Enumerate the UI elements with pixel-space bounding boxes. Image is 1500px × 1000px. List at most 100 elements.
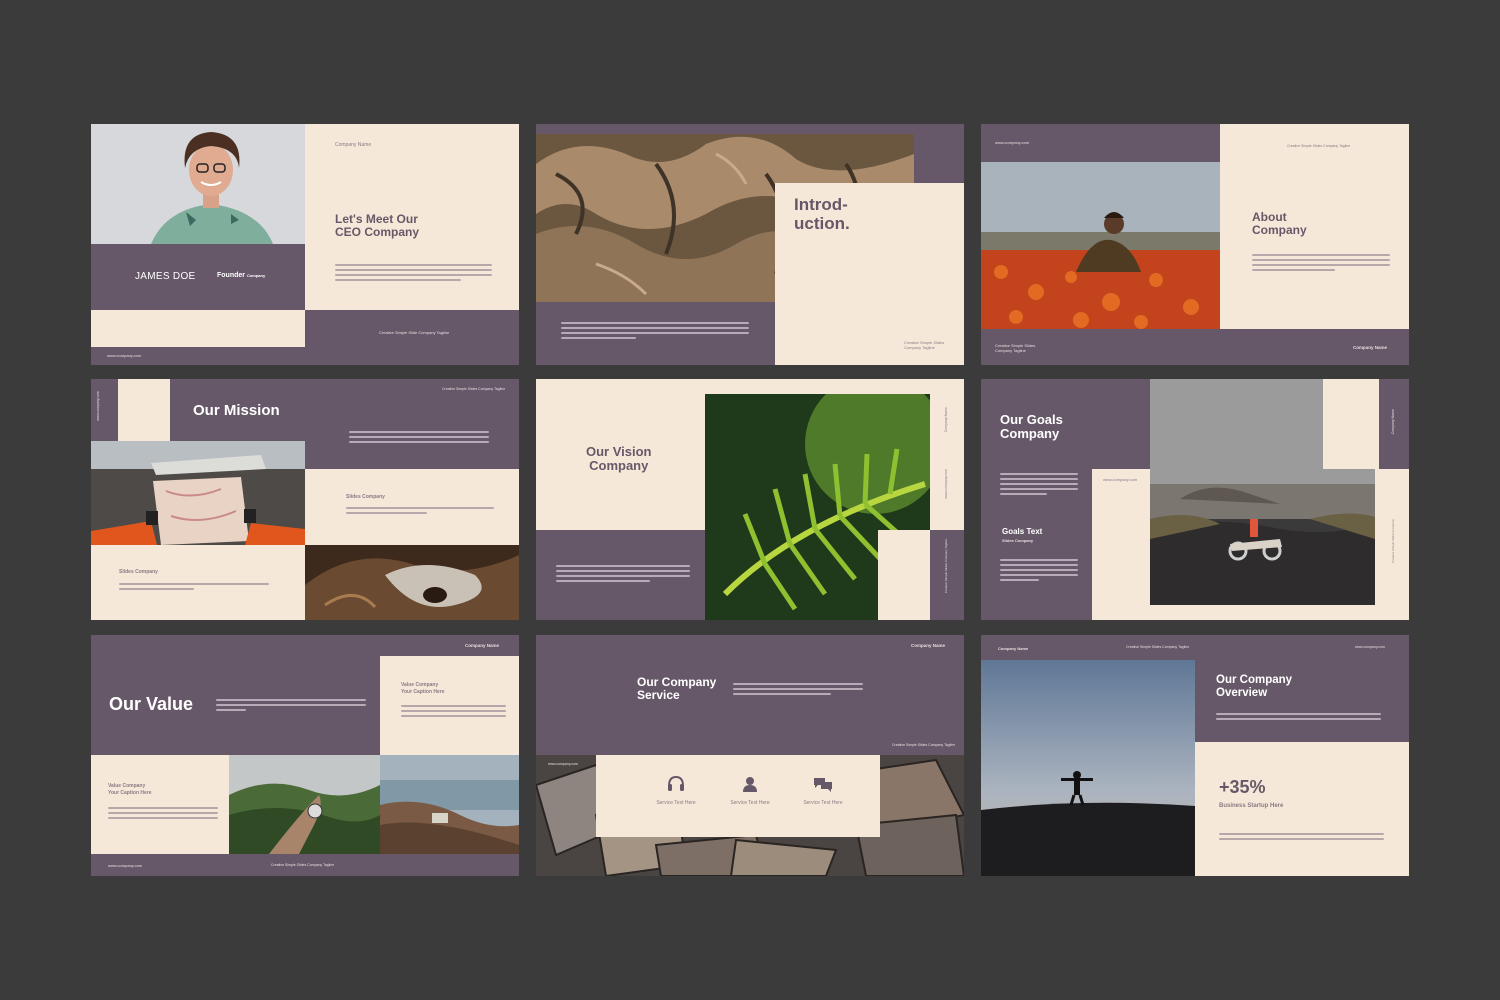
stat-value: +35% xyxy=(1219,777,1266,797)
bottom-left-block xyxy=(91,310,305,347)
mountain-compass-photo xyxy=(229,755,380,854)
url: www.company.com xyxy=(1355,645,1385,649)
title-line-2: CEO Company xyxy=(335,225,420,240)
title-line-1: Our Vision xyxy=(586,444,652,459)
vertical-tagline: Creative Simple Slides Company Tagline xyxy=(944,539,948,594)
company-name: Company Name xyxy=(998,646,1029,651)
title-line-2: Service xyxy=(637,688,680,703)
role-suffix: Company xyxy=(246,273,266,278)
title-line-2: Overview xyxy=(1216,686,1268,699)
caption-4: Your Caption Here xyxy=(108,789,152,796)
slide-ceo[interactable]: JAMES DOE Founder Company Company Name L… xyxy=(91,124,519,365)
slide-title: Our Mission xyxy=(193,402,280,419)
service-item-1[interactable]: Service Text Here xyxy=(641,775,711,807)
photo-cutout xyxy=(878,530,930,620)
slide-value[interactable]: Company Name Our Value Value Company You… xyxy=(91,635,519,876)
slide-title: Let's Meet Our CEO Company xyxy=(335,212,420,240)
mission-text xyxy=(349,431,489,446)
ceo-role: Founder Company xyxy=(217,272,265,279)
tagline: Creative Simple Slides Company Tagline xyxy=(892,743,956,747)
slide-title: About Company xyxy=(1252,210,1307,238)
poppy-field-photo xyxy=(981,162,1220,329)
label-1: Slides Company xyxy=(346,494,385,500)
goals-subtitle: Slides Company xyxy=(1002,538,1034,543)
slide-introduction[interactable]: Introd- uction. Creative Simple Slides C… xyxy=(536,124,964,365)
body-text xyxy=(1252,254,1390,274)
slide-service[interactable]: Company Name Our Company Service Creativ… xyxy=(536,635,964,876)
tagline: Creative Simple Slides Company Tagline xyxy=(1126,645,1190,649)
slide-mission[interactable]: www.company.com Creative Simple Slides C… xyxy=(91,379,519,620)
service-text xyxy=(733,683,863,698)
tagline: Creative Simple Slide Company Tagline xyxy=(379,330,450,335)
title-line-2: Company xyxy=(1000,426,1060,442)
service-label-1: Service Text Here xyxy=(656,800,696,806)
goals-title: Goals Text xyxy=(1002,527,1043,536)
name-band xyxy=(91,244,305,310)
goals-intro-text xyxy=(1000,473,1078,498)
company-name: Company Name xyxy=(465,643,500,648)
title-line-2: Company xyxy=(1252,223,1307,238)
caption-2: Your Caption Here xyxy=(401,688,445,695)
vertical-tagline: Creative Simple Slides Company xyxy=(1391,519,1395,563)
stat-label: Business Startup Here xyxy=(1219,803,1284,809)
url: www.company.com xyxy=(107,353,142,358)
headset-icon xyxy=(668,775,684,791)
title-line-1: Introd- xyxy=(794,195,848,214)
url: www.company.com xyxy=(995,140,1030,145)
vertical-company: Company Name xyxy=(944,407,948,433)
service-label-2: Service Text Here xyxy=(730,800,770,806)
slide-title: Our Company Service xyxy=(637,675,716,703)
ceo-photo xyxy=(91,124,305,244)
company-name: Company Name xyxy=(1353,345,1388,350)
footer-2: Company Tagline xyxy=(995,348,1026,354)
body-text xyxy=(561,322,749,342)
slide-about[interactable]: www.company.com Creative Simple Slides C… xyxy=(981,124,1409,365)
title-line-1: Our Goals xyxy=(1000,412,1063,427)
tagline: Creative Simple Slides Company Tagline xyxy=(1287,144,1351,148)
title-line-1: Our Company xyxy=(1216,674,1293,686)
body-text-2 xyxy=(119,583,269,593)
slide-overview[interactable]: Company Name Creative Simple Slides Comp… xyxy=(981,635,1409,876)
photo-cutout xyxy=(1323,379,1375,469)
caption-bottom: Value Company Your Caption Here xyxy=(108,783,152,796)
role-text: Founder xyxy=(217,272,245,279)
tagline: Creative Simple Slides Company Tagline xyxy=(271,863,335,867)
url: www.company.com xyxy=(1103,477,1138,482)
ceo-name: JAMES DOE xyxy=(135,271,196,282)
vertical-url: www.company.com xyxy=(944,469,948,499)
vertical-url: www.company.com xyxy=(96,391,100,421)
caption-3: Value Company xyxy=(108,783,146,789)
body-text-1 xyxy=(346,507,494,517)
chat-icon xyxy=(814,778,832,792)
animal-fur-photo xyxy=(305,545,519,620)
caption-1: Value Company xyxy=(401,682,439,688)
service-item-3[interactable]: Service Text Here xyxy=(788,775,858,807)
caption-top-text xyxy=(401,705,506,720)
caption-top: Value Company Your Caption Here xyxy=(401,682,445,695)
title-line-2: uction. xyxy=(794,213,850,233)
coast-van-photo xyxy=(380,755,519,854)
silhouette-sunset-photo xyxy=(981,660,1195,876)
bottom-band xyxy=(981,329,1409,365)
caption-bottom-text xyxy=(108,807,218,822)
title-line-2: Company xyxy=(589,458,649,474)
company-name: Company Name xyxy=(911,643,946,648)
overview-text xyxy=(1216,713,1381,723)
slide-title: Our Goals Company xyxy=(1000,412,1063,442)
stat-text xyxy=(1219,833,1384,843)
footer-tagline: Creative Simple Slides Company Tagline xyxy=(995,343,1035,353)
value-text xyxy=(216,699,366,714)
slide-goals[interactable]: Our Goals Company Goals Text Slides Comp… xyxy=(981,379,1409,620)
slide-title: Our Value xyxy=(109,694,194,714)
label-2: Slides Company xyxy=(119,569,158,575)
slide-title: Our Vision Company xyxy=(586,444,652,474)
slide-vision[interactable]: Our Vision Company Company Name www.comp… xyxy=(536,379,964,620)
body-text xyxy=(556,565,690,585)
tagline: Creative Simple Slides Company Tagline xyxy=(904,340,944,350)
slide-title: Our Company Overview xyxy=(1216,674,1292,699)
map-desert-photo xyxy=(91,441,305,545)
url: www.company.com xyxy=(548,762,578,766)
person-icon xyxy=(743,777,757,792)
service-item-2[interactable]: Service Text Here xyxy=(715,775,785,807)
tagline-2: Company Tagline xyxy=(904,345,935,351)
